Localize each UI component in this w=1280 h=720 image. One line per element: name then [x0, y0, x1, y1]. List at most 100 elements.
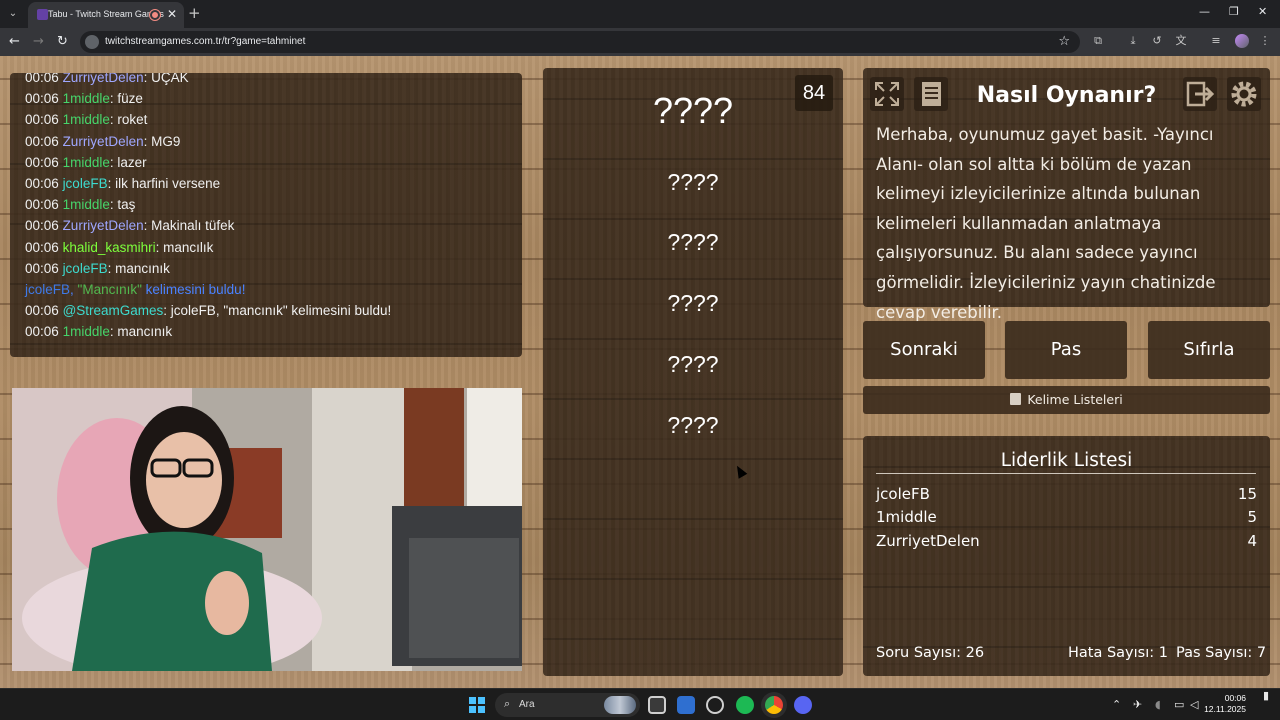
forbidden-word: ????	[667, 229, 719, 255]
chat-timestamp: 00:06	[25, 197, 59, 213]
tray-app-icon[interactable]: ✈	[1133, 698, 1142, 711]
browser-toolbar: ← → ↻ twitchstreamgames.com.tr/tr?game=t…	[0, 28, 1280, 56]
media-icon[interactable]: ≡	[1209, 34, 1223, 48]
task-view-icon[interactable]	[648, 696, 666, 714]
chat-message: 00:06 1middle: mancınık	[25, 321, 515, 342]
history-icon[interactable]: ↺	[1150, 34, 1164, 48]
chat-username[interactable]: jcoleFB	[25, 282, 70, 297]
twitch-favicon-icon	[37, 9, 48, 20]
chat-message: 00:06 @StreamGames: jcoleFB, "mancınık" …	[25, 300, 515, 321]
download-icon[interactable]: ⤓	[1126, 34, 1140, 48]
player-score: 5	[1247, 508, 1257, 526]
windows-start-icon[interactable]	[469, 697, 485, 713]
chat-message: 00:06 ZurriyetDelen: Makinalı tüfek	[25, 215, 515, 236]
fullscreen-icon[interactable]	[870, 77, 904, 111]
search-highlight-icon	[604, 696, 636, 714]
logout-icon[interactable]	[1183, 77, 1217, 111]
maximize-icon[interactable]: ❐	[1229, 5, 1239, 18]
howto-title: Nasıl Oynanır?	[976, 83, 1157, 108]
settings-app-icon[interactable]	[706, 696, 724, 714]
forward-icon[interactable]: →	[33, 34, 44, 49]
spotify-icon[interactable]	[736, 696, 754, 714]
reset-button[interactable]: Sıfırla	[1148, 321, 1270, 379]
tab-search-icon[interactable]: ⌄	[4, 5, 22, 23]
leaderboard-row: jcoleFB 15	[876, 485, 1257, 509]
chat-username[interactable]: 1middle	[63, 324, 110, 339]
translate-icon[interactable]: 文	[1174, 34, 1188, 48]
tab-close-icon[interactable]: ✕	[167, 7, 177, 21]
bookmark-star-icon[interactable]: ☆	[1058, 34, 1070, 49]
mic-indicator-icon: ▮	[1263, 689, 1270, 702]
volume-icon[interactable]: ◁	[1190, 698, 1198, 711]
discord-icon[interactable]	[794, 696, 812, 714]
window-close-icon[interactable]: ✕	[1258, 5, 1267, 18]
chat-message: jcoleFB, "Mancınık" kelimesini buldu!	[25, 279, 515, 300]
chat-text: : jcoleFB, "mancınık" kelimesini buldu!	[163, 303, 392, 319]
webcam-feed	[12, 388, 522, 671]
chat-timestamp: 00:06	[25, 91, 59, 107]
pass-button[interactable]: Pas	[1005, 321, 1127, 379]
chat-username[interactable]: 1middle	[63, 197, 110, 212]
taskbar-search[interactable]: ⌕ Ara	[495, 693, 640, 717]
tray-overflow-icon[interactable]: ⌃	[1112, 698, 1121, 711]
word-lists-button[interactable]: Kelime Listeleri	[863, 386, 1270, 414]
chat-username[interactable]: ZurriyetDelen	[63, 218, 144, 233]
question-count: Soru Sayısı: 26	[876, 645, 985, 661]
chat-username[interactable]: khalid_kasmihri	[63, 240, 156, 255]
chat-username[interactable]: 1middle	[63, 112, 110, 127]
new-tab-icon[interactable]: +	[188, 4, 201, 22]
next-button[interactable]: Sonraki	[863, 321, 985, 379]
chat-username[interactable]: jcoleFB	[63, 261, 108, 276]
chat-text: : ilk harfini versene	[107, 175, 221, 191]
forbidden-word: ????	[667, 290, 719, 316]
recording-icon	[150, 10, 160, 20]
webcam-image	[12, 388, 522, 671]
chat-username[interactable]: jcoleFB	[63, 176, 108, 191]
chat-username[interactable]: 1middle	[63, 91, 110, 106]
chat-timestamp: 00:06	[25, 175, 59, 191]
chat-text: : Makinalı tüfek	[143, 218, 235, 234]
taskbar-clock[interactable]: 00:06 12.11.2025	[1200, 693, 1246, 715]
network-icon[interactable]: ▭	[1174, 698, 1184, 711]
chat-message: 00:06 jcoleFB: ilk harfini versene	[25, 173, 515, 194]
divider	[876, 473, 1256, 474]
chat-username[interactable]: @StreamGames	[63, 303, 164, 318]
extensions-icon[interactable]: ⧉	[1091, 34, 1105, 48]
back-icon[interactable]: ←	[9, 34, 20, 49]
leaderboard-row: ZurriyetDelen 4	[876, 532, 1257, 556]
chat-timestamp: 00:06	[25, 154, 59, 170]
chat-username[interactable]: ZurriyetDelen	[63, 134, 144, 149]
chat-message: 00:06 jcoleFB: mancınık	[25, 258, 515, 279]
site-info-icon[interactable]	[85, 35, 99, 49]
browser-tab[interactable]: Tabu - Twitch Stream Games ✕	[28, 2, 184, 28]
chat-text: : mancınık	[107, 260, 170, 276]
chat-panel: 00:06 ZurriyetDelen: UÇAK 00:06 1middle: …	[10, 73, 522, 357]
chat-message: 00:06 1middle: taş	[25, 194, 515, 215]
search-placeholder: Ara	[519, 699, 535, 710]
chat-username[interactable]: ZurriyetDelen	[63, 73, 144, 85]
chat-timestamp: 00:06	[25, 73, 59, 85]
leaderboard-row: 1middle 5	[876, 508, 1257, 532]
browser-tabbar: ⌄ Tabu - Twitch Stream Games ✕ + — ❐ ✕	[0, 0, 1280, 28]
chat-text: : MG9	[143, 133, 181, 149]
leaderboard-title: Liderlik Listesi	[1000, 450, 1133, 471]
settings-icon[interactable]	[1227, 77, 1261, 111]
chat-message: 00:06 1middle: roket	[25, 109, 515, 130]
minimize-icon[interactable]: —	[1199, 5, 1210, 18]
reload-icon[interactable]: ↻	[57, 34, 68, 49]
store-icon[interactable]	[677, 696, 695, 714]
chat-timestamp: 00:06	[25, 218, 59, 234]
word-panel: 84 ???? ???? ???? ???? ???? ????	[543, 68, 843, 676]
chrome-icon[interactable]	[765, 696, 783, 714]
chat-text: : taş	[109, 197, 136, 213]
microphone-icon[interactable]: ◖	[1155, 698, 1161, 711]
profile-avatar[interactable]	[1235, 34, 1249, 48]
error-count: Hata Sayısı: 1	[1068, 645, 1168, 661]
browser-menu-icon[interactable]: ⋮	[1258, 34, 1272, 48]
address-bar[interactable]: twitchstreamgames.com.tr/tr?game=tahmine…	[80, 31, 1080, 53]
chat-timestamp: 00:06	[25, 133, 59, 149]
clock-date: 12.11.2025	[1204, 704, 1246, 714]
chat-text: : mancınık	[109, 324, 173, 340]
chat-username[interactable]: 1middle	[63, 155, 110, 170]
chat-text: : füze	[109, 91, 143, 107]
